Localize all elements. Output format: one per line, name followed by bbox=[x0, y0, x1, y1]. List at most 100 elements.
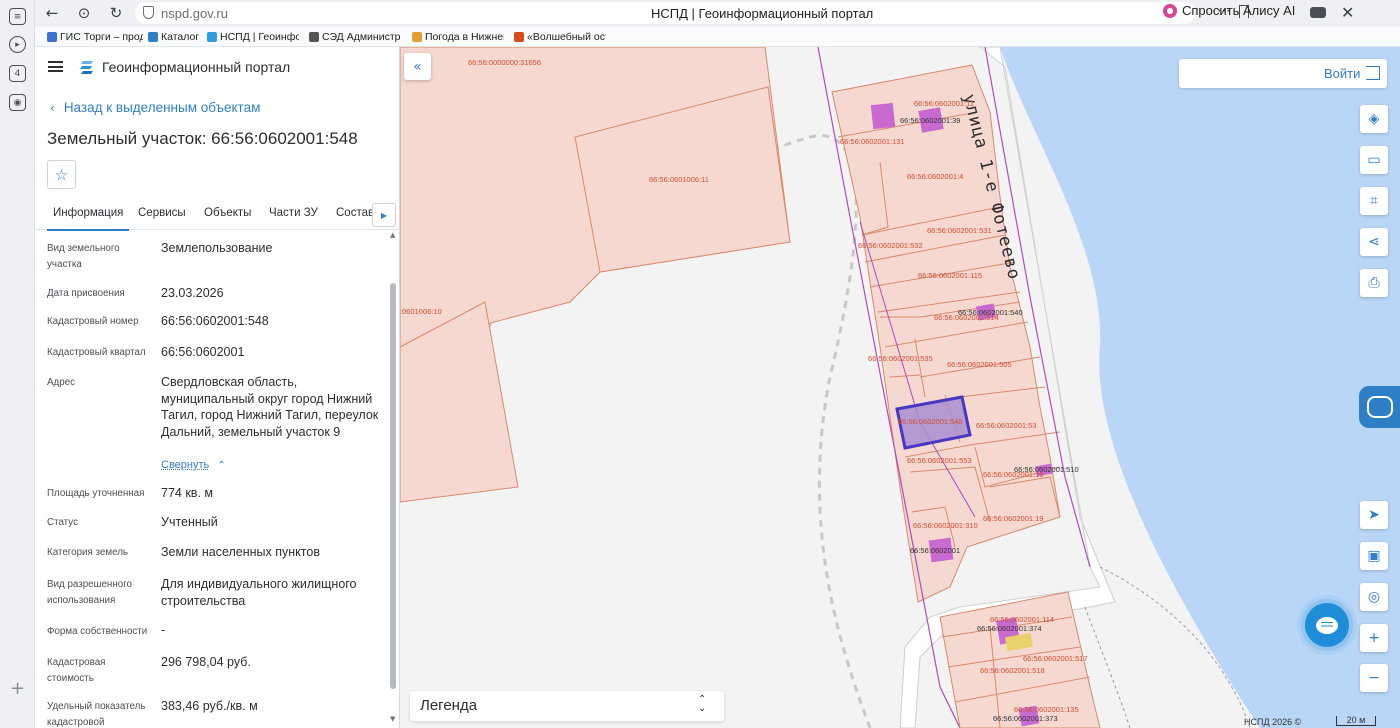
minus-icon: − bbox=[1368, 670, 1380, 686]
extension-icon[interactable]: ✕ bbox=[1341, 3, 1354, 22]
building bbox=[870, 102, 896, 130]
select-area-button[interactable]: ⌗ bbox=[1360, 187, 1388, 215]
bookmark-label: Каталог bbox=[161, 31, 200, 43]
screenshot-icon[interactable]: ◉ bbox=[9, 94, 26, 111]
scale-bar: 20 м bbox=[1336, 716, 1376, 726]
bookmark-item[interactable]: Погода в Нижнем bbox=[412, 31, 504, 43]
back-arrow-icon[interactable]: ← bbox=[43, 4, 61, 22]
parcel-label: 66:56:0602001:532 bbox=[858, 241, 923, 250]
bookmark-label: ГИС Торги – прод bbox=[60, 31, 143, 43]
parcel-label: 66:56:0000000:31656 bbox=[468, 58, 541, 67]
bookmark-item[interactable]: «Волшебный остр bbox=[514, 31, 606, 43]
bookmark-label: СЭД Администрат bbox=[322, 31, 401, 43]
print-button[interactable]: ⎙ bbox=[1360, 269, 1388, 297]
parcel-label: 66:56:0602001:373 bbox=[993, 714, 1058, 723]
parcel-label: 66:56:0602001:39 bbox=[900, 116, 961, 125]
attr-value: 66:56:0602001:548 bbox=[161, 314, 269, 328]
scrollbar-thumb[interactable] bbox=[390, 283, 396, 689]
navigation-arrow-icon: ➤ bbox=[1368, 507, 1380, 523]
parcel-label: 66:56:0602001:19 bbox=[983, 514, 1044, 523]
parcel-label: 66:56:0602001:115 bbox=[918, 271, 983, 280]
reload-icon[interactable]: ↻ bbox=[107, 4, 125, 22]
locate-object-button[interactable]: ◎ bbox=[1360, 583, 1388, 611]
map-canvas[interactable]: улица 1-е Фотеево 66:56:0000000:31656 66… bbox=[400, 47, 1400, 728]
basemap-button[interactable]: ▣ bbox=[1360, 542, 1388, 570]
bookmark-label: Погода в Нижнем bbox=[425, 31, 504, 43]
tab-parts[interactable]: Части ЗУ bbox=[269, 207, 318, 219]
share-button[interactable]: ⋖ bbox=[1360, 228, 1388, 256]
attr-value: 66:56:0602001 bbox=[161, 345, 245, 359]
legend-dropdown[interactable]: Легенда ⌃ ⌄ bbox=[410, 691, 724, 721]
chevron-left-icon: ‹ bbox=[50, 101, 55, 115]
parcel-label: 66:56:0602001:374 bbox=[977, 624, 1042, 633]
login-icon bbox=[1366, 66, 1380, 80]
bookmark-item[interactable]: СЭД Администрат bbox=[309, 31, 401, 43]
collapse-address-link[interactable]: Свернуть ⌃ bbox=[161, 459, 226, 471]
play-icon[interactable]: ▸ bbox=[9, 36, 26, 53]
target-icon: ◎ bbox=[1367, 589, 1381, 605]
yandex-icon[interactable]: ⊙ bbox=[75, 4, 93, 22]
tab-services[interactable]: Сервисы bbox=[138, 207, 186, 219]
object-info-panel: Геоинформационный портал ‹ Назад к выделе… bbox=[35, 47, 400, 728]
attributes-scrollbar[interactable]: ▲ ▼ bbox=[389, 230, 398, 728]
attr-label: Кадастровый номер bbox=[47, 316, 139, 327]
portal-title: Геоинформационный портал bbox=[102, 59, 291, 75]
chevron-up-icon: ⌃ bbox=[217, 460, 226, 471]
attr-value: 383,46 руб./кв. м bbox=[161, 699, 258, 713]
tab-composition[interactable]: Состав bbox=[336, 207, 374, 219]
bookmark-item[interactable]: ГИС Торги – прод bbox=[47, 31, 143, 43]
map-layer bbox=[400, 47, 1400, 728]
attr-value: Для индивидуального жилищного строительс… bbox=[161, 577, 357, 608]
attr-value: - bbox=[161, 623, 166, 637]
parcel-label: 66:56:0601006:11 bbox=[649, 175, 709, 184]
add-panel-icon[interactable]: + bbox=[10, 678, 25, 699]
login-bar[interactable]: Войти bbox=[1179, 59, 1387, 88]
bookmark-favicon-icon bbox=[47, 32, 57, 42]
tab-counter-icon[interactable]: 4 bbox=[9, 65, 26, 82]
zoom-in-button[interactable]: + bbox=[1360, 624, 1388, 652]
parcel-label: 66:56:0602001:114 bbox=[990, 615, 1055, 624]
login-label: Войти bbox=[1324, 66, 1361, 81]
favorite-button[interactable]: ☆ bbox=[47, 160, 76, 189]
parcel-label: 66:56:0602001:548 bbox=[898, 417, 963, 426]
parcel-label: 66:56:0602001:135 bbox=[1014, 705, 1079, 714]
layers-button[interactable]: ◈ bbox=[1360, 105, 1388, 133]
attr-label: Категория земель bbox=[47, 547, 129, 558]
bookmark-label: НСПД | Геоинфор bbox=[220, 31, 299, 43]
object-tabs: Информация Сервисы Объекты Части ЗУ Сост… bbox=[35, 200, 399, 231]
parcel-label: 66:56:0602001:53 bbox=[976, 421, 1037, 430]
tab-objects[interactable]: Объекты bbox=[204, 207, 251, 219]
attr-value: Земли населенных пунктов bbox=[161, 545, 320, 559]
menu-icon[interactable] bbox=[48, 61, 63, 72]
object-title: Земельный участок: 66:56:0602001:548 bbox=[47, 129, 358, 148]
bookmark-item[interactable]: НСПД | Геоинфор bbox=[207, 31, 299, 43]
zoom-out-button[interactable]: − bbox=[1360, 664, 1388, 692]
measure-button[interactable]: ▭ bbox=[1360, 146, 1388, 174]
share-icon: ⋖ bbox=[1368, 234, 1380, 250]
tab-information[interactable]: Информация bbox=[46, 207, 130, 231]
attr-value: Учтенный bbox=[161, 515, 218, 529]
tabs-scroll-right-button[interactable]: ▶ bbox=[372, 203, 396, 227]
scroll-up-icon[interactable]: ▲ bbox=[390, 231, 395, 239]
bookmarks-bar: ГИС Торги – прод Каталог НСПД | Геоинфор… bbox=[35, 27, 1400, 47]
back-to-selected-link[interactable]: ‹ Назад к выделенным объектам bbox=[50, 100, 260, 115]
ruler-icon: ▭ bbox=[1367, 152, 1381, 168]
address-bar[interactable]: nspd.gov.ru НСПД | Геоинформационный пор… bbox=[135, 2, 1249, 24]
copyright-text: НСПД 2026 © bbox=[1244, 717, 1302, 727]
ask-alice-button[interactable]: Спросить Алису AI bbox=[1163, 3, 1295, 18]
collapse-panel-button[interactable]: « bbox=[404, 53, 431, 80]
downloads-icon[interactable] bbox=[1310, 7, 1326, 18]
chat-icon bbox=[1316, 616, 1338, 634]
portal-logo-icon bbox=[80, 61, 93, 74]
parcel-label: 66:56:0602001:16 bbox=[983, 470, 1044, 479]
scroll-down-icon[interactable]: ▼ bbox=[390, 715, 395, 723]
bookmark-favicon-icon bbox=[148, 32, 158, 42]
bookmark-favicon-icon bbox=[514, 32, 524, 42]
chat-assistant-button[interactable] bbox=[1305, 603, 1349, 647]
geolocation-button[interactable]: ➤ bbox=[1360, 501, 1388, 529]
collections-icon[interactable]: ≡ bbox=[9, 8, 26, 25]
bookmark-label: «Волшебный остр bbox=[527, 31, 606, 43]
feedback-tab[interactable] bbox=[1359, 386, 1400, 428]
bookmark-item[interactable]: Каталог bbox=[148, 31, 208, 43]
parcel-label: 66:56:0602001:4 bbox=[907, 172, 964, 181]
